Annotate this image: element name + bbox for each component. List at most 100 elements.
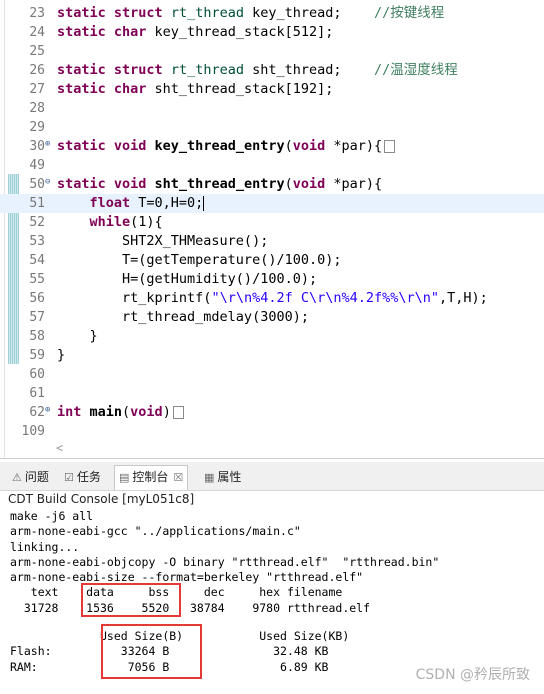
- code-token: struct: [113, 62, 171, 78]
- code-text: static void sht_thread_entry(void *par){: [57, 175, 382, 194]
- code-token: void: [292, 176, 326, 192]
- code-token: struct: [113, 5, 171, 21]
- collapsed-code-icon[interactable]: [172, 405, 184, 419]
- code-text: static struct rt_thread key_thread; //按键…: [57, 4, 444, 23]
- code-text: static struct rt_thread sht_thread; //温湿…: [57, 61, 458, 80]
- code-token: (: [122, 404, 131, 420]
- tab-console-label: 控制台: [132, 470, 169, 484]
- code-token: (: [284, 138, 293, 154]
- line-number: 23: [29, 6, 45, 21]
- expand-fold-icon[interactable]: ⊕: [45, 406, 50, 415]
- code-token: static: [57, 176, 114, 192]
- tab-console[interactable]: ▤ 控制台 ☒: [114, 465, 189, 490]
- code-text: static char key_thread_stack[512];: [57, 23, 333, 42]
- code-text: rt_thread_mdelay(3000);: [57, 308, 309, 327]
- code-line[interactable]: 55 H=(getHumidity()/100.0);: [0, 270, 544, 289]
- line-number: 57: [29, 310, 45, 325]
- code-line[interactable]: 59}: [0, 346, 544, 365]
- code-text: static void key_thread_entry(void *par){: [57, 137, 396, 156]
- code-token: SHT2X_THMeasure();: [57, 233, 269, 249]
- line-number: 59: [29, 348, 45, 363]
- code-line[interactable]: 51 float T=0,H=0;: [0, 194, 544, 213]
- code-line[interactable]: 29: [0, 118, 544, 137]
- code-line[interactable]: 27 static char sht_thread_stack[192];: [0, 80, 544, 99]
- code-token: char: [113, 24, 147, 40]
- code-token: rt_thread: [170, 5, 244, 21]
- code-text: rt_kprintf("\r\n%4.2f C\r\n%4.2f%%\r\n",…: [57, 289, 488, 308]
- code-line[interactable]: 28: [0, 99, 544, 118]
- code-token: void: [113, 176, 155, 192]
- code-token: //按键线程: [374, 5, 445, 21]
- code-text: SHT2X_THMeasure();: [57, 232, 268, 251]
- code-token: ): [162, 404, 171, 420]
- code-line[interactable]: 58 }: [0, 327, 544, 346]
- tab-tasks[interactable]: ☑ 任务: [60, 466, 105, 488]
- line-number: 29: [29, 120, 45, 135]
- code-token: static: [57, 24, 114, 40]
- line-number: 52: [29, 215, 45, 230]
- code-line[interactable]: 60: [0, 365, 544, 384]
- code-token: float: [89, 195, 131, 211]
- expand-fold-icon[interactable]: ⊕: [45, 140, 50, 149]
- code-line[interactable]: 23 static struct rt_thread key_thread; //…: [0, 4, 544, 23]
- code-token: sht_thread_entry: [154, 176, 285, 192]
- line-number: 55: [29, 272, 45, 287]
- code-token: rt_thread_mdelay(3000);: [57, 309, 309, 325]
- code-editor[interactable]: 23 static struct rt_thread key_thread; //…: [0, 0, 544, 459]
- collapsed-code-icon[interactable]: [384, 139, 396, 153]
- code-token: }: [57, 328, 98, 344]
- text-caret: [203, 195, 205, 211]
- code-line[interactable]: 25: [0, 42, 544, 61]
- bottom-panel: ⚠ 问题 ☑ 任务 ▤ 控制台 ☒ ▦ 属性 CDT Build Console [myL…: [0, 462, 544, 694]
- code-line[interactable]: 50 ⊖ static void sht_thread_entry(void *pa…: [0, 175, 544, 194]
- code-token: ,T,H);: [439, 290, 488, 306]
- code-token: static: [57, 5, 114, 21]
- close-icon[interactable]: ☒: [173, 471, 183, 484]
- code-line[interactable]: 49: [0, 156, 544, 175]
- line-number: 53: [29, 234, 45, 249]
- tab-properties[interactable]: ▦ 属性: [200, 466, 245, 488]
- code-token: void: [292, 138, 326, 154]
- collapse-fold-icon[interactable]: ⊖: [45, 178, 50, 187]
- console-icon: ▤: [119, 471, 130, 484]
- memory-usage-header: Used Size(B) Used Size(KB): [10, 629, 350, 644]
- line-number: 49: [29, 158, 45, 173]
- tab-tasks-label: 任务: [76, 470, 101, 484]
- line-number: 61: [29, 386, 45, 401]
- code-line[interactable]: 53 SHT2X_THMeasure();: [0, 232, 544, 251]
- code-line[interactable]: 52 while(1){: [0, 213, 544, 232]
- code-token: void: [130, 404, 163, 420]
- panel-tab-bar: ⚠ 问题 ☑ 任务 ▤ 控制台 ☒ ▦ 属性: [0, 462, 544, 491]
- code-token: key_thread;: [243, 5, 375, 21]
- code-token: key_thread_stack[512];: [146, 24, 334, 40]
- code-token: "\r\n%4.2f C\r\n%4.2f%%\r\n": [211, 290, 440, 306]
- code-line[interactable]: 109: [0, 422, 544, 441]
- tab-problems[interactable]: ⚠ 问题: [8, 466, 53, 488]
- code-line[interactable]: 57 rt_thread_mdelay(3000);: [0, 308, 544, 327]
- code-line[interactable]: 54 T=(getTemperature()/100.0);: [0, 251, 544, 270]
- tab-properties-label: 属性: [217, 470, 242, 484]
- code-token: rt_kprintf(: [57, 290, 212, 306]
- code-line[interactable]: 56 rt_kprintf("\r\n%4.2f C\r\n%4.2f%%\r\…: [0, 289, 544, 308]
- code-token: while: [89, 214, 131, 230]
- line-number: 27: [29, 82, 45, 97]
- code-token: H=(getHumidity()/100.0);: [57, 271, 318, 287]
- code-line[interactable]: 24 static char key_thread_stack[512];: [0, 23, 544, 42]
- code-token: *par){: [325, 176, 383, 192]
- code-token: sht_thread;: [243, 62, 375, 78]
- code-text: while(1){: [57, 213, 163, 232]
- tasks-icon: ☑: [64, 471, 74, 484]
- line-number: 58: [29, 329, 45, 344]
- code-line[interactable]: 61: [0, 384, 544, 403]
- code-line[interactable]: 62 ⊕ int main(void): [0, 403, 544, 422]
- scroll-left-icon[interactable]: <: [56, 441, 63, 455]
- code-line[interactable]: 30 ⊕ static void key_thread_entry(void *pa…: [0, 137, 544, 156]
- console-line: arm-none-eabi-gcc "../applications/main.…: [10, 524, 301, 539]
- code-token: T=0,H=0;: [130, 195, 204, 211]
- console-title: CDT Build Console [myL051c8]: [8, 492, 195, 506]
- code-token: char: [113, 81, 147, 97]
- code-token: *par){: [325, 138, 383, 154]
- code-line[interactable]: 26 static struct rt_thread sht_thread; //…: [0, 61, 544, 80]
